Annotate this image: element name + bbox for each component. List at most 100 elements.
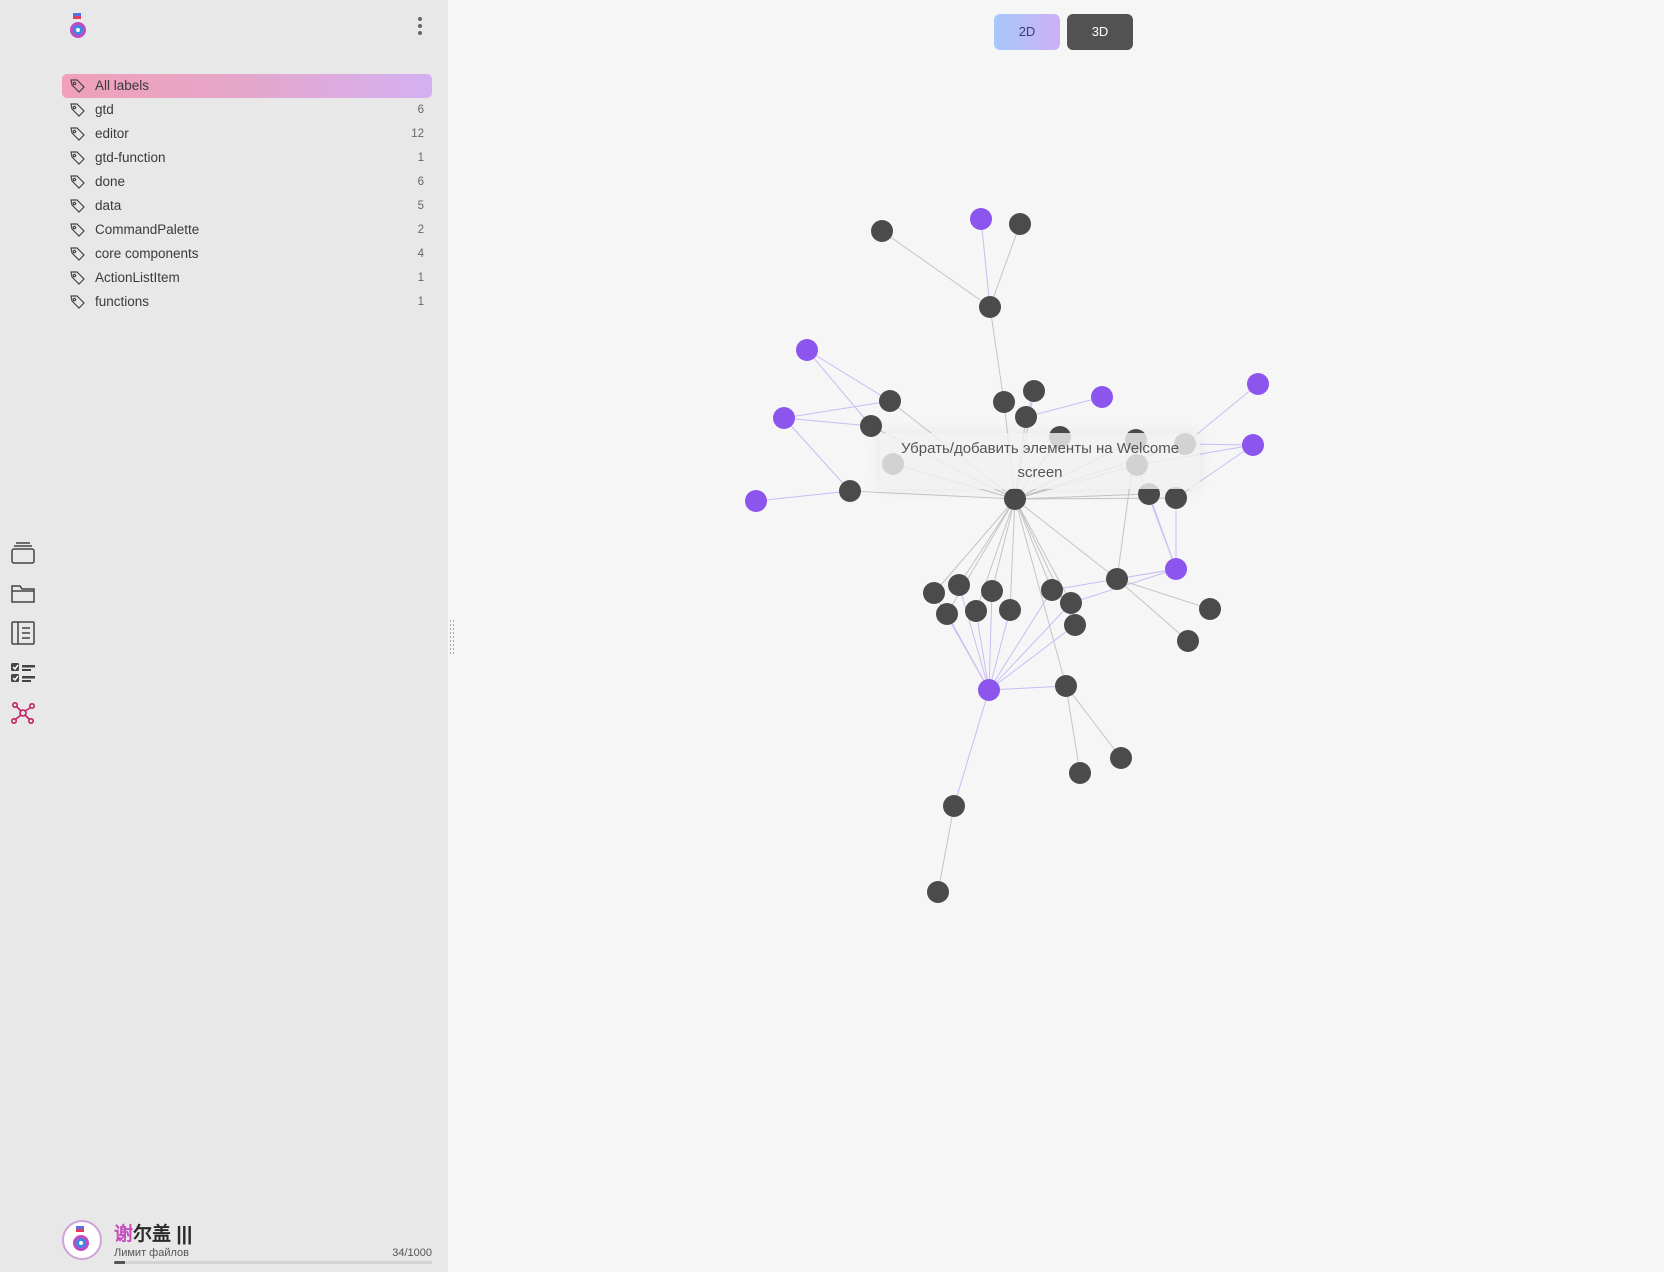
graph-note-node[interactable] xyxy=(999,599,1021,621)
graph-label-node[interactable] xyxy=(1247,373,1269,395)
label-item[interactable]: All labels xyxy=(62,74,432,98)
tag-icon xyxy=(70,199,85,213)
graph-note-node[interactable] xyxy=(1199,598,1221,620)
graph-edge xyxy=(988,685,1067,691)
graph-note-node[interactable] xyxy=(923,582,945,604)
checklist-icon[interactable] xyxy=(10,660,36,686)
view-2d-button[interactable]: 2D xyxy=(994,14,1060,50)
sidebar-nav xyxy=(10,540,38,740)
label-item[interactable]: editor 12 xyxy=(62,122,432,146)
label-count: 4 xyxy=(417,248,424,260)
graph-label-node[interactable] xyxy=(773,407,795,429)
user-name: 谢尔盖 ||| xyxy=(114,1219,192,1246)
avatar[interactable] xyxy=(62,1220,102,1260)
label-count: 6 xyxy=(417,176,424,188)
graph-edge xyxy=(988,609,1011,691)
node-tooltip-line2: screen xyxy=(1017,464,1063,481)
graph-note-node[interactable] xyxy=(879,390,901,412)
label-item[interactable]: core components 4 xyxy=(62,242,432,266)
graph-edge xyxy=(1116,578,1211,610)
graph-note-node[interactable] xyxy=(1177,630,1199,652)
node-tooltip: Убрать/добавить элементы на Welcome scre… xyxy=(880,433,1200,489)
graph-edge xyxy=(1014,498,1053,591)
graph-note-node[interactable] xyxy=(860,415,882,437)
user-name-part3: ||| xyxy=(176,1224,193,1245)
graph-label-node[interactable] xyxy=(796,339,818,361)
graph-note-node[interactable] xyxy=(1165,487,1187,509)
label-name: data xyxy=(95,198,122,213)
graph-canvas[interactable] xyxy=(448,0,1664,1272)
label-name: gtd xyxy=(95,102,114,117)
graph-note-node[interactable] xyxy=(1004,488,1026,510)
sidebar: All labels gtd 6 editor 12 gtd-function 1 done 6… xyxy=(0,0,448,1272)
graph-note-node[interactable] xyxy=(1041,579,1063,601)
graph-note-node[interactable] xyxy=(1009,213,1031,235)
graph-note-node[interactable] xyxy=(943,795,965,817)
file-limit-progress-fill xyxy=(114,1261,125,1264)
graph-label-node[interactable] xyxy=(1091,386,1113,408)
graph-note-node[interactable] xyxy=(965,600,987,622)
cards-icon[interactable] xyxy=(10,540,36,566)
graph-note-node[interactable] xyxy=(839,480,861,502)
notebook-icon[interactable] xyxy=(10,620,36,646)
graph-label-node[interactable] xyxy=(1165,558,1187,580)
graph-edge xyxy=(755,490,851,502)
graph-edge xyxy=(1014,498,1118,580)
graph-note-node[interactable] xyxy=(1069,762,1091,784)
graph-edge xyxy=(783,417,872,427)
tag-icon xyxy=(70,271,85,285)
graph-label-node[interactable] xyxy=(745,490,767,512)
graph-edge xyxy=(881,230,991,308)
graph-note-node[interactable] xyxy=(993,391,1015,413)
label-item[interactable]: CommandPalette 2 xyxy=(62,218,432,242)
graph-note-node[interactable] xyxy=(948,574,970,596)
label-count: 2 xyxy=(417,224,424,236)
label-item[interactable]: gtd 6 xyxy=(62,98,432,122)
label-item[interactable]: done 6 xyxy=(62,170,432,194)
graph-note-node[interactable] xyxy=(1023,380,1045,402)
graph-edge xyxy=(806,349,891,402)
graph-note-node[interactable] xyxy=(1106,568,1128,590)
user-name-part1: 谢 xyxy=(114,1224,134,1245)
graph-note-node[interactable] xyxy=(1110,747,1132,769)
tag-icon xyxy=(70,295,85,309)
avatar-logo-icon xyxy=(73,1226,89,1251)
graph-label-node[interactable] xyxy=(970,208,992,230)
graph-edge xyxy=(1065,685,1122,759)
tag-icon xyxy=(70,175,85,189)
graph-edge xyxy=(1065,685,1081,774)
graph-edge xyxy=(958,498,1016,586)
label-item[interactable]: data 5 xyxy=(62,194,432,218)
label-name: CommandPalette xyxy=(95,222,200,237)
graph-edge xyxy=(989,306,1005,403)
graph-note-node[interactable] xyxy=(979,296,1001,318)
app-logo-icon xyxy=(70,13,86,38)
graph-note-node[interactable] xyxy=(1060,592,1082,614)
label-name: core components xyxy=(95,246,199,261)
tag-icon xyxy=(70,151,85,165)
label-item[interactable]: functions 1 xyxy=(62,290,432,314)
file-limit-value: 34/1000 xyxy=(392,1247,432,1259)
graph-edge xyxy=(806,349,872,427)
graph-note-node[interactable] xyxy=(936,603,958,625)
view-3d-button[interactable]: 3D xyxy=(1067,14,1133,50)
tag-icon xyxy=(70,79,85,93)
graph-label-node[interactable] xyxy=(978,679,1000,701)
graph-note-node[interactable] xyxy=(871,220,893,242)
graph-note-node[interactable] xyxy=(927,881,949,903)
user-panel[interactable]: 谢尔盖 ||| Лимит файлов 34/1000 xyxy=(62,1218,432,1266)
graph-note-node[interactable] xyxy=(981,580,1003,602)
graph-note-node[interactable] xyxy=(1015,406,1037,428)
label-item[interactable]: gtd-function 1 xyxy=(62,146,432,170)
graph-edge xyxy=(1116,578,1189,642)
graph-note-node[interactable] xyxy=(1055,675,1077,697)
label-item[interactable]: ActionListItem 1 xyxy=(62,266,432,290)
graph-label-node[interactable] xyxy=(1242,434,1264,456)
more-menu-icon[interactable] xyxy=(410,14,430,38)
label-list: All labels gtd 6 editor 12 gtd-function 1 done 6… xyxy=(62,74,432,314)
folder-icon[interactable] xyxy=(10,580,36,606)
graph-note-node[interactable] xyxy=(1064,614,1086,636)
graph-edge xyxy=(953,689,990,807)
graph-icon[interactable] xyxy=(10,700,36,726)
label-name: editor xyxy=(95,126,129,141)
